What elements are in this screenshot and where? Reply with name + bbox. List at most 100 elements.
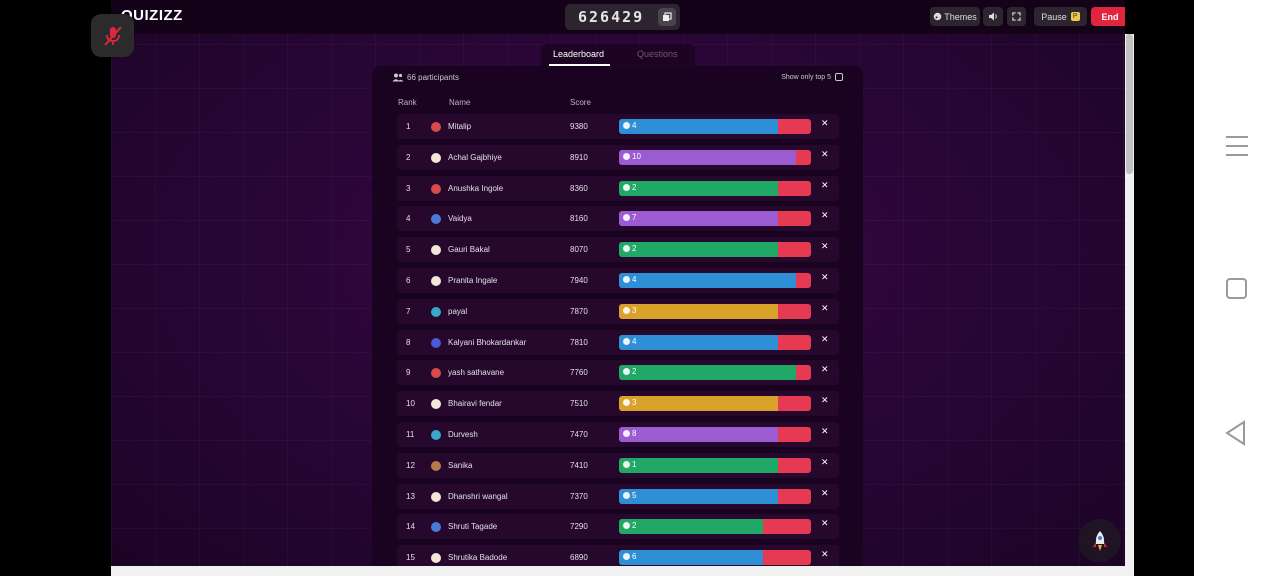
- leaderboard-row[interactable]: 13 Dhanshri wangal 7370 5 ✕: [397, 483, 839, 509]
- accuracy-bar: 1: [619, 457, 811, 473]
- leaderboard-row[interactable]: 3 Anushka Ingole 8360 2 ✕: [397, 175, 839, 201]
- tab-questions[interactable]: Questions: [637, 49, 678, 59]
- streak-count-value: 4: [632, 121, 637, 130]
- mic-off-icon: [103, 25, 122, 46]
- recent-apps-icon[interactable]: [1226, 136, 1248, 163]
- screen: QUIZIZZ 626429 Themes Pause P End Leader…: [0, 0, 1280, 576]
- flame-icon: [623, 491, 630, 499]
- top-bar: QUIZIZZ 626429 Themes Pause P End: [111, 0, 1125, 34]
- android-nav-bar: [1194, 0, 1280, 576]
- sound-button[interactable]: [983, 7, 1003, 26]
- remove-participant-icon[interactable]: ✕: [821, 119, 829, 129]
- streak-count-value: 4: [632, 336, 637, 346]
- remove-participant-icon[interactable]: ✕: [821, 304, 829, 314]
- accuracy-bar: 4: [619, 334, 811, 350]
- rocket-button[interactable]: [1078, 519, 1121, 562]
- accuracy-bar: 6: [619, 550, 811, 566]
- participants-text: 66 participants: [407, 73, 460, 82]
- row-score: 7510: [570, 399, 588, 409]
- leaderboard-row[interactable]: 5 Gauri Bakal 8070 2 ✕: [397, 237, 839, 263]
- row-rank: 2: [406, 152, 411, 162]
- home-icon[interactable]: [1226, 278, 1247, 299]
- pause-button[interactable]: Pause P: [1034, 7, 1087, 26]
- streak-count-value: 2: [632, 244, 637, 254]
- leaderboard-row[interactable]: 2 Achal Gajbhiye 8910 10 ✕: [397, 144, 839, 170]
- leaderboard-row[interactable]: 4 Vaidya 8160 7 ✕: [397, 206, 839, 232]
- avatar: [431, 306, 441, 317]
- row-rank: 3: [406, 183, 411, 193]
- end-button[interactable]: End: [1091, 7, 1125, 26]
- vertical-scrollbar[interactable]: [1125, 34, 1134, 566]
- leaderboard-row[interactable]: 12 Sanika 7410 1 ✕: [397, 452, 839, 478]
- accuracy-bar-fill: [619, 457, 779, 473]
- row-rank: 7: [406, 306, 411, 316]
- row-score: 8910: [570, 152, 588, 162]
- column-name: Name: [449, 98, 471, 107]
- streak-count: 2: [623, 244, 636, 253]
- remove-participant-icon[interactable]: ✕: [821, 427, 829, 437]
- avatar: [431, 214, 441, 225]
- fullscreen-button[interactable]: [1007, 7, 1026, 26]
- room-code-box: 626429: [565, 4, 680, 30]
- mute-mic-button[interactable]: [91, 14, 134, 57]
- accuracy-bar: 2: [619, 180, 811, 196]
- remove-participant-icon[interactable]: ✕: [821, 181, 829, 191]
- streak-count: 4: [623, 121, 636, 130]
- vertical-scroll-thumb[interactable]: [1126, 34, 1133, 174]
- remove-participant-icon[interactable]: ✕: [821, 489, 829, 499]
- leaderboard-row[interactable]: 1 Mitalip 9380 4 ✕: [397, 114, 839, 139]
- remove-participant-icon[interactable]: ✕: [821, 242, 829, 252]
- back-icon[interactable]: [1224, 420, 1248, 446]
- remove-participant-icon[interactable]: ✕: [821, 396, 829, 406]
- row-score: 7760: [570, 368, 588, 378]
- leaderboard-row[interactable]: 9 yash sathavane 7760 2 ✕: [397, 360, 839, 386]
- remove-participant-icon[interactable]: ✕: [821, 211, 829, 221]
- remove-participant-icon[interactable]: ✕: [821, 550, 829, 560]
- streak-count-value: 3: [632, 305, 637, 315]
- remove-participant-icon[interactable]: ✕: [821, 458, 829, 468]
- flame-icon: [623, 306, 630, 314]
- row-name: Achal Gajbhiye: [448, 152, 502, 162]
- leaderboard-row[interactable]: 8 Kalyani Bhokardankar 7810 4 ✕: [397, 329, 839, 355]
- remove-participant-icon[interactable]: ✕: [821, 150, 829, 160]
- row-score: 7370: [570, 491, 588, 501]
- row-name: Gauri Bakal: [448, 245, 490, 255]
- leaderboard-row[interactable]: 15 Shrutika Badode 6890 6 ✕: [397, 545, 839, 566]
- remove-participant-icon[interactable]: ✕: [821, 519, 829, 529]
- accuracy-bar: 8: [619, 427, 811, 442]
- leaderboard-row[interactable]: 6 Pranita Ingale 7940 4 ✕: [397, 268, 839, 293]
- streak-count-value: 2: [632, 182, 637, 192]
- leaderboard-row[interactable]: 11 Durvesh 7470 8 ✕: [397, 422, 839, 447]
- speaker-icon: [989, 12, 997, 21]
- themes-button[interactable]: Themes: [930, 7, 980, 26]
- streak-count-value: 1: [632, 459, 637, 469]
- row-score: 8070: [570, 245, 588, 255]
- top5-toggle[interactable]: Show only top 5: [781, 73, 843, 81]
- row-name: Mitalip: [448, 122, 472, 131]
- accuracy-bar-fill: [619, 427, 779, 442]
- leaderboard-row[interactable]: 7 payal 7870 3 ✕: [397, 298, 839, 324]
- top5-checkbox[interactable]: [835, 73, 843, 81]
- themes-label: Themes: [944, 11, 977, 22]
- row-name: payal: [448, 306, 468, 316]
- remove-participant-icon[interactable]: ✕: [821, 335, 829, 345]
- row-score: 6890: [570, 553, 588, 563]
- avatar: [431, 491, 441, 502]
- remove-participant-icon[interactable]: ✕: [821, 365, 829, 375]
- accuracy-bar-fill: [619, 119, 779, 134]
- row-score: 7940: [570, 276, 588, 285]
- streak-count: 3: [623, 398, 636, 407]
- remove-participant-icon[interactable]: ✕: [821, 273, 829, 283]
- tab-leaderboard[interactable]: Leaderboard: [553, 49, 604, 59]
- copy-code-button[interactable]: [658, 8, 676, 26]
- streak-count: 2: [623, 183, 636, 192]
- row-rank: 9: [406, 368, 411, 378]
- row-rank: 6: [406, 276, 411, 285]
- leaderboard-row[interactable]: 14 Shruti Tagade 7290 2 ✕: [397, 514, 839, 540]
- horizontal-scrollbar[interactable]: [111, 566, 1134, 576]
- avatar: [431, 152, 441, 163]
- accuracy-bar: 3: [619, 303, 811, 319]
- end-label: End: [1101, 11, 1119, 22]
- leaderboard-row[interactable]: 10 Bhairavi fendar 7510 3 ✕: [397, 391, 839, 417]
- streak-count-value: 8: [632, 429, 637, 438]
